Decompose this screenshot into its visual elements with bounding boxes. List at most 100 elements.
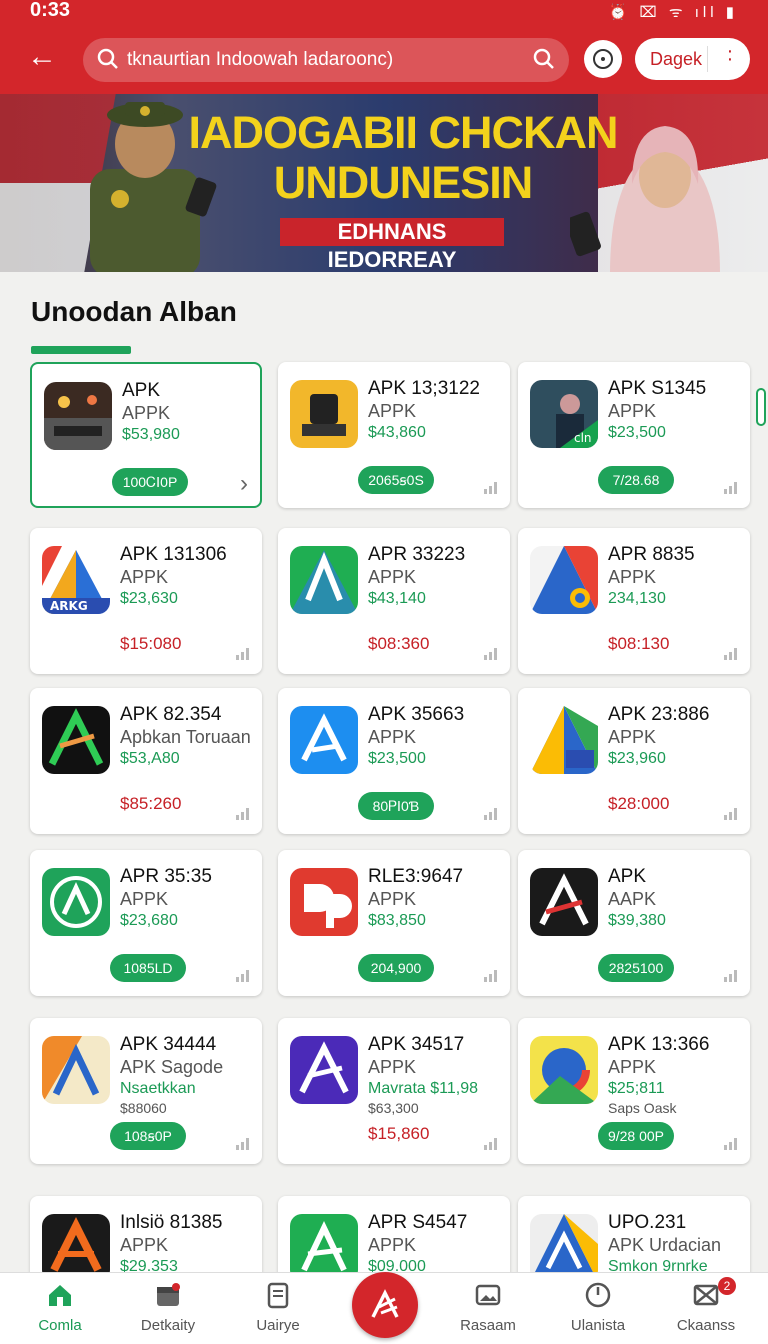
status-time: 0:33: [30, 0, 71, 21]
status-bar: 0:33 ⏰ ⌧ ᯤ ıll ▮: [0, 0, 768, 22]
nav-item-ulanista[interactable]: Ulanista: [548, 1273, 648, 1344]
back-arrow-icon[interactable]: ←: [24, 40, 60, 76]
stats-icon: [484, 648, 498, 660]
download-button[interactable]: 2825100: [598, 954, 674, 982]
nav-item-rasaam[interactable]: Rasaam: [438, 1273, 538, 1344]
stats-icon: [236, 808, 250, 820]
app-subtitle: APPK: [368, 889, 417, 909]
app-title: APK 34517: [368, 1034, 465, 1055]
svg-text:ARKG: ARKG: [50, 599, 88, 613]
nav-label: Ckaanss: [676, 1317, 736, 1334]
app-bar: ← tknaurtian Indoowah ladaroonc) Dagek ·…: [0, 22, 768, 94]
download-button[interactable]: 1085LD: [110, 954, 186, 982]
stats-icon: [484, 970, 498, 982]
app-card[interactable]: APK 82.354 Apbkan Toruaan $53,A80 $85:260: [30, 688, 262, 834]
app-card[interactable]: APR 35:35 APPK $23,680 1085LD: [30, 850, 262, 996]
center-action-icon: [371, 1289, 399, 1318]
app-price: $39,380: [608, 912, 666, 929]
account-pill[interactable]: Dagek · ·: [635, 38, 750, 80]
app-card[interactable]: APK 23:886 APPK $23,960 $28:000: [518, 688, 750, 834]
app-subtitle: AAPK: [608, 889, 657, 909]
triangle-chrome-icon: [530, 546, 598, 614]
colorful-a-icon: ARKG: [42, 546, 110, 614]
app-subtitle: APPK: [120, 1235, 169, 1255]
chevron-right-icon[interactable]: ›: [240, 470, 248, 498]
history-button[interactable]: [584, 40, 622, 78]
app-card[interactable]: APK 35663 APPK $23,500 80ᏢⅠ0Ɓ: [278, 688, 510, 834]
clock-icon: [593, 49, 613, 69]
app-card[interactable]: APK 34444 APK Sagode Nsaetkkan $88060 108ꞩ0P: [30, 1018, 262, 1164]
search-submit-icon[interactable]: [533, 48, 555, 70]
pill-divider: [707, 46, 708, 72]
app-subtitle: APPK: [122, 403, 171, 423]
app-price: $43,140: [368, 590, 426, 607]
red-dp-icon: [290, 868, 358, 936]
stats-icon: [724, 648, 738, 660]
app-price: 234,130: [608, 590, 666, 607]
app-card[interactable]: APK APPK $53,980 100ᏟⅠ0P ›: [30, 362, 262, 508]
app-card[interactable]: APK 34517 APPK Mavrata $11,98 $63,300 $15,86…: [278, 1018, 510, 1164]
app-card[interactable]: ARKG APK 131306 APPK $23,630 $15:080: [30, 528, 262, 674]
app-title: APK 23:886: [608, 704, 710, 725]
more-options-icon[interactable]: · ·: [725, 41, 735, 69]
app-title: APR 8835: [608, 544, 695, 565]
app-price: $23,680: [120, 912, 178, 929]
app-price: Nsaetkkan: [120, 1080, 196, 1097]
dark-a-icon: [530, 868, 598, 936]
app-title: APK S1345: [608, 378, 707, 399]
app-card[interactable]: APK 13;3122 APPK $43,860 2065ꞩ0S: [278, 362, 510, 508]
app-title: RLE3:9647: [368, 866, 464, 887]
app-card[interactable]: APR 8835 APPK 234,130 $08:130: [518, 528, 750, 674]
app-title: APK 13:366: [608, 1034, 710, 1055]
app-price: Mavrata $11,98: [368, 1080, 478, 1097]
app-sale-price: $15,860: [368, 1124, 430, 1143]
calendar-icon: [157, 1283, 180, 1306]
app-subtitle: APK Sagode: [120, 1057, 224, 1077]
banner-subtitle: EDHNANS IEDORREAY: [280, 218, 504, 272]
account-label[interactable]: Dagek: [650, 49, 702, 70]
app-title: APK: [608, 866, 647, 887]
download-button[interactable]: 2065ꞩ0S: [358, 466, 434, 494]
app-card[interactable]: APK 13:366 APPK $25;811 Saps Oask 9/28 00P: [518, 1018, 750, 1164]
nav-label: Uairye: [256, 1317, 300, 1334]
app-card[interactable]: cln APK S1345 APPK $23,500 7/28.68: [518, 362, 750, 508]
nav-item-detkaity[interactable]: Detkaity: [118, 1273, 218, 1344]
stats-icon: [724, 970, 738, 982]
app-title: APR 35:35: [120, 866, 212, 887]
scroll-handle[interactable]: [756, 388, 766, 426]
search-input[interactable]: tknaurtian Indoowah ladaroonc): [127, 49, 393, 71]
app-price: $23,500: [368, 750, 426, 767]
green-a-icon: [290, 546, 358, 614]
stats-icon: [724, 482, 738, 494]
app-card[interactable]: APK AAPK $39,380 2825100: [518, 850, 750, 996]
search-bar[interactable]: tknaurtian Indoowah ladaroonc): [83, 38, 569, 82]
app-price: $53,A80: [120, 750, 180, 767]
app-title: APR 33223: [368, 544, 466, 565]
image-icon: [475, 1284, 501, 1306]
app-card[interactable]: APR 33223 APPK $43,140 $08:360: [278, 528, 510, 674]
app-price: $23,630: [120, 590, 178, 607]
app-card[interactable]: RLE3:9647 APPK $83,850 204,900: [278, 850, 510, 996]
app-subtitle: APPK: [368, 727, 417, 747]
nav-item-ckaanss[interactable]: Ckaanss 2: [656, 1273, 756, 1344]
person-photo-icon: cln: [530, 380, 598, 448]
download-button[interactable]: 80ᏢⅠ0Ɓ: [358, 792, 434, 820]
purple-a-icon: [290, 1036, 358, 1104]
app-price: $83,850: [368, 912, 426, 929]
section-underline: [31, 346, 131, 354]
center-action-button[interactable]: [352, 1272, 418, 1338]
app-subtitle: APPK: [608, 401, 657, 421]
orange-a-icon: [42, 1036, 110, 1104]
svg-text:cln: cln: [574, 431, 592, 445]
download-button[interactable]: 7/28.68: [598, 466, 674, 494]
nav-item-comla[interactable]: Comla: [10, 1273, 110, 1344]
download-button[interactable]: 100ᏟⅠ0P: [112, 468, 188, 496]
nav-item-uairye[interactable]: Uairye: [228, 1273, 328, 1344]
download-button[interactable]: 204,900: [358, 954, 434, 982]
stats-icon: [236, 970, 250, 982]
app-price-secondary: Saps Oask: [608, 1100, 677, 1116]
photo-scene-icon: [44, 382, 112, 450]
app-sale-price: $08:130: [608, 634, 670, 653]
download-button[interactable]: 9/28 00P: [598, 1122, 674, 1150]
download-button[interactable]: 108ꞩ0P: [110, 1122, 186, 1150]
